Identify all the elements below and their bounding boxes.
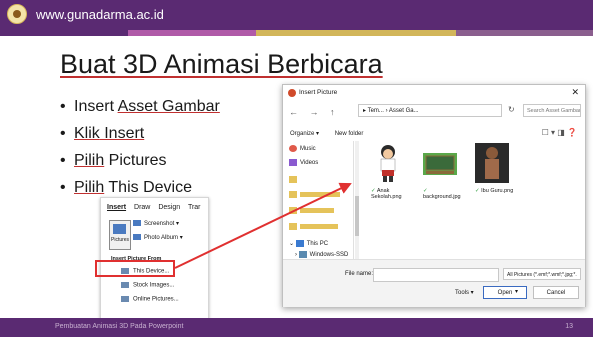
footer-text: Pembuatan Animasi 3D Pada Powerpoint (55, 323, 184, 330)
page-number: 13 (565, 323, 573, 330)
slide-footer: Pembuatan Animasi 3D Pada Powerpoint 13 (0, 318, 593, 337)
red-arrow (174, 182, 352, 269)
